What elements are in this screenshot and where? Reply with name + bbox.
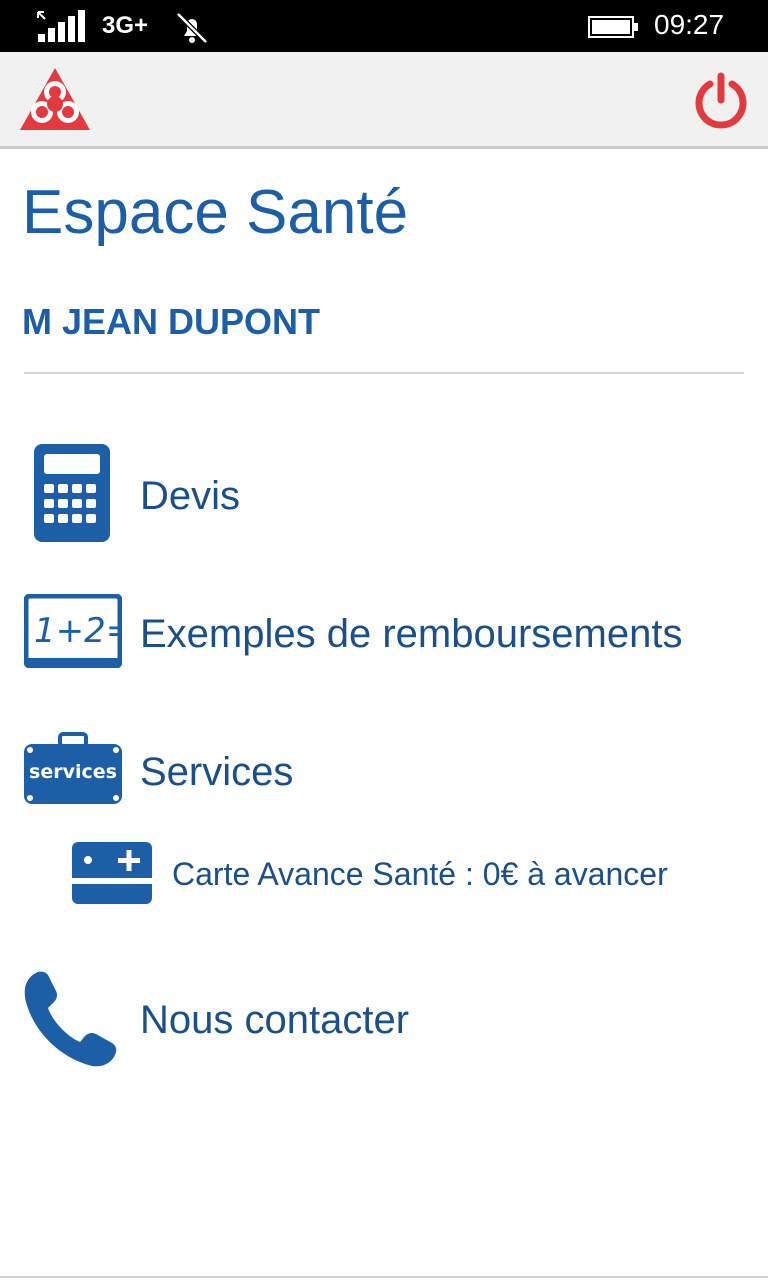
menu-label-services: Services: [140, 750, 294, 794]
menu-item-services[interactable]: services Services: [0, 732, 768, 808]
submenu-item-carte-avance-sante[interactable]: Carte Avance Santé : 0€ à avancer: [0, 840, 768, 906]
bank-logo-icon[interactable]: [18, 66, 92, 132]
calculator-icon: [34, 444, 110, 542]
submenu-label-carte: Carte Avance Santé : 0€ à avancer: [172, 856, 668, 892]
menu-label-devis: Devis: [140, 474, 241, 518]
power-icon[interactable]: [692, 72, 750, 130]
services-case-icon: services: [24, 732, 122, 804]
user-name: M JEAN DUPONT: [22, 301, 321, 342]
svg-text:1+2=3: 1+2=3: [34, 611, 122, 651]
page-title: Espace Santé: [22, 178, 409, 247]
menu-label-contacter: Nous contacter: [140, 998, 410, 1042]
divider: [24, 372, 744, 374]
app-header: [0, 52, 768, 149]
menu-item-exemples-remboursements[interactable]: 1+2=3 Exemples de remboursements: [0, 590, 768, 670]
clock: 09:27: [654, 9, 725, 40]
battery-icon: [588, 16, 638, 38]
math-board-icon: 1+2=3: [24, 594, 122, 668]
bell-muted-icon: [176, 12, 208, 44]
bottom-divider: [0, 1276, 768, 1278]
svg-text:services: services: [29, 761, 117, 783]
menu-item-devis[interactable]: Devis: [0, 440, 768, 544]
health-card-icon: [72, 842, 152, 904]
menu-item-nous-contacter[interactable]: Nous contacter: [0, 966, 768, 1070]
phone-icon: [24, 971, 117, 1067]
menu-label-exemples: Exemples de remboursements: [140, 612, 683, 656]
network-type: 3G+: [102, 12, 149, 39]
signal-strength-icon: [37, 10, 85, 42]
status-bar: 3G+ 09:27: [0, 0, 768, 52]
